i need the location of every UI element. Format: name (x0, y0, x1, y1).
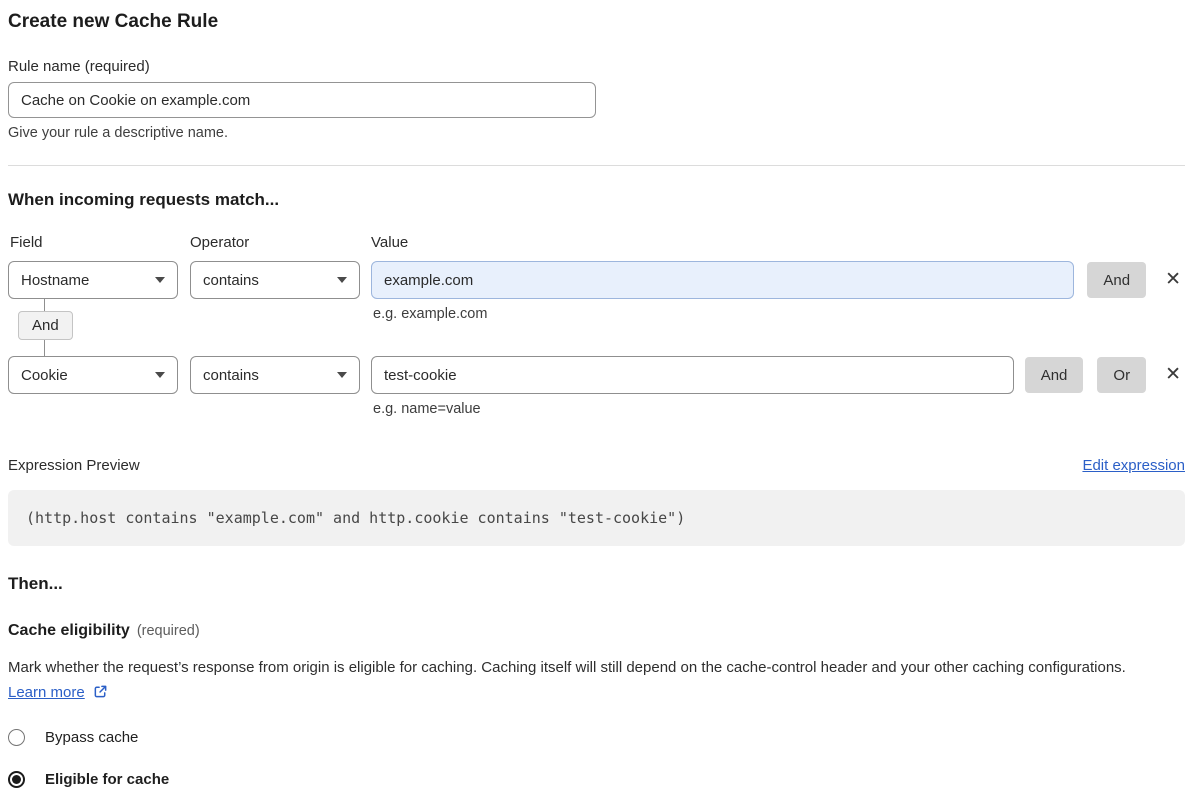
radio-option-bypass-cache[interactable]: Bypass cache (8, 729, 1185, 746)
value-hint: e.g. name=value (373, 401, 481, 417)
add-or-condition-button[interactable]: Or (1097, 357, 1146, 393)
required-note: (required) (137, 623, 200, 639)
condition-connector: And (8, 299, 1185, 356)
rule-name-input[interactable] (8, 82, 596, 118)
match-heading: When incoming requests match... (8, 190, 1185, 210)
section-divider (8, 165, 1185, 166)
add-and-condition-button[interactable]: And (1025, 357, 1084, 393)
description-text: Mark whether the request’s response from… (8, 659, 1126, 676)
radio-unselected-icon[interactable] (8, 729, 25, 746)
radio-option-eligible-for-cache[interactable]: Eligible for cache (8, 771, 1185, 788)
chevron-down-icon (337, 372, 347, 378)
field-select[interactable]: Hostname (8, 261, 178, 299)
expression-code: (http.host contains "example.com" and ht… (26, 509, 685, 527)
radio-label: Eligible for cache (45, 771, 169, 788)
add-and-condition-button[interactable]: And (1087, 262, 1146, 298)
operator-select[interactable]: contains (190, 261, 360, 299)
rule-name-help: Give your rule a descriptive name. (8, 125, 1185, 141)
field-select[interactable]: Cookie (8, 356, 178, 394)
value-column: e.g. example.com (371, 261, 1074, 299)
value-input[interactable] (371, 261, 1074, 299)
chevron-down-icon (337, 277, 347, 283)
close-icon: ✕ (1165, 364, 1181, 385)
operator-select[interactable]: contains (190, 356, 360, 394)
learn-more-link[interactable]: Learn more (8, 684, 85, 701)
condition-row: Hostname contains e.g. example.com And ✕ (8, 261, 1185, 299)
then-heading: Then... (8, 574, 1185, 594)
condition-row: Cookie contains e.g. name=value And Or ✕ (8, 356, 1185, 394)
expression-code-block: (http.host contains "example.com" and ht… (8, 490, 1185, 546)
value-input[interactable] (371, 356, 1014, 394)
condition-column-labels: Field Operator Value (8, 234, 1185, 251)
chevron-down-icon (155, 372, 165, 378)
expression-header: Expression Preview Edit expression (8, 457, 1185, 474)
value-column-label: Value (371, 234, 408, 251)
field-select-value: Cookie (21, 367, 68, 384)
cache-eligibility-title: Cache eligibility (8, 622, 130, 639)
external-link-icon (93, 684, 108, 699)
expression-preview-label: Expression Preview (8, 457, 140, 474)
field-column-label: Field (8, 234, 190, 251)
rule-name-label: Rule name (required) (8, 58, 1185, 75)
operator-column-label: Operator (190, 234, 371, 251)
page-title: Create new Cache Rule (8, 10, 1185, 34)
radio-selected-icon[interactable] (8, 771, 25, 788)
radio-label: Bypass cache (45, 729, 138, 746)
chevron-down-icon (155, 277, 165, 283)
remove-condition-button[interactable]: ✕ (1163, 261, 1183, 299)
remove-condition-button[interactable]: ✕ (1163, 356, 1183, 394)
connector-and-chip[interactable]: And (18, 311, 73, 340)
close-icon: ✕ (1165, 269, 1181, 290)
field-select-value: Hostname (21, 272, 89, 289)
cache-eligibility-description: Mark whether the request’s response from… (8, 655, 1163, 705)
operator-select-value: contains (203, 272, 259, 289)
value-column: e.g. name=value (371, 356, 1014, 394)
edit-expression-link[interactable]: Edit expression (1082, 457, 1185, 474)
operator-select-value: contains (203, 367, 259, 384)
cache-eligibility-heading: Cache eligibility (required) (8, 622, 1185, 640)
